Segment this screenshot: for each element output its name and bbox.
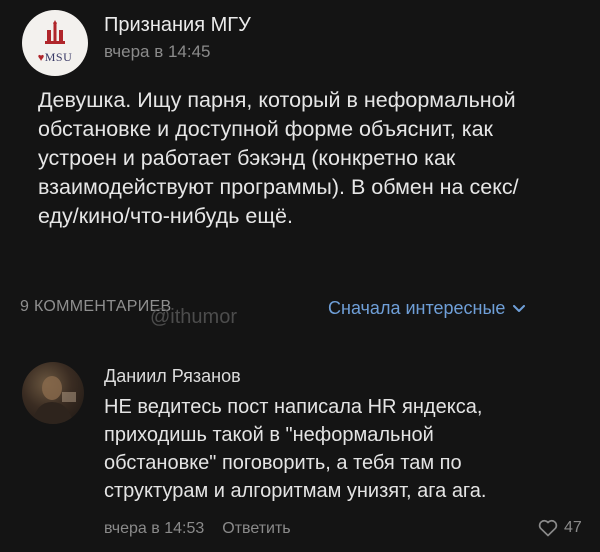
like-count: 47 <box>564 519 582 536</box>
like-button[interactable]: 47 <box>538 519 582 537</box>
post-time[interactable]: вчера в 14:45 <box>104 42 211 62</box>
post-screen: ♥MSU Признания МГУ вчера в 14:45 Девушка… <box>0 0 600 552</box>
post-text-line: устроен и работает бэкэнд (конкретно как <box>38 146 456 170</box>
group-name[interactable]: Признания МГУ <box>104 14 251 37</box>
sort-comments-button[interactable]: Сначала интересные <box>328 298 526 319</box>
comment-author[interactable]: Даниил Рязанов <box>104 366 241 387</box>
comment-time[interactable]: вчера в 14:53 <box>104 520 204 538</box>
comment-text-line: обстановке" поговорить, а тебя там по <box>104 452 462 474</box>
watermark: @ithumor <box>150 306 237 328</box>
comment-text-line: структурам и алгоритмам унизят, ага ага. <box>104 480 487 502</box>
reply-button[interactable]: Ответить <box>222 520 290 538</box>
msu-emblem-icon <box>45 20 65 44</box>
comments-count: 9 КОММЕНТАРИЕВ <box>20 298 172 315</box>
post-text: Девушка. Ищу парня, который в неформальн… <box>38 86 578 231</box>
comment-meta: вчера в 14:53 Ответить <box>104 520 291 538</box>
sort-label: Сначала интересные <box>328 298 506 318</box>
group-avatar-text: ♥MSU <box>22 50 88 65</box>
group-avatar[interactable]: ♥MSU <box>22 10 88 76</box>
post-text-line: взаимодействуют программы). В обмен на с… <box>38 175 519 199</box>
post-text-line: Девушка. Ищу парня, который в неформальн… <box>38 88 516 112</box>
msu-label: MSU <box>44 50 73 64</box>
post-text-line: обстановке и доступной форме объяснит, к… <box>38 117 493 141</box>
chevron-down-icon <box>513 304 526 312</box>
comment-text: НЕ ведитесь пост написала HR яндекса, пр… <box>104 393 574 505</box>
heart-icon: ♥ <box>37 52 45 64</box>
avatar-photo <box>32 376 76 424</box>
comment-text-line: НЕ ведитесь пост написала HR яндекса, <box>104 396 483 418</box>
comment-avatar[interactable] <box>22 362 84 424</box>
comment-text-line: приходишь такой в "неформальной <box>104 424 434 446</box>
heart-icon <box>538 519 558 537</box>
post-text-line: еду/кино/что-нибудь ещё. <box>38 204 293 228</box>
